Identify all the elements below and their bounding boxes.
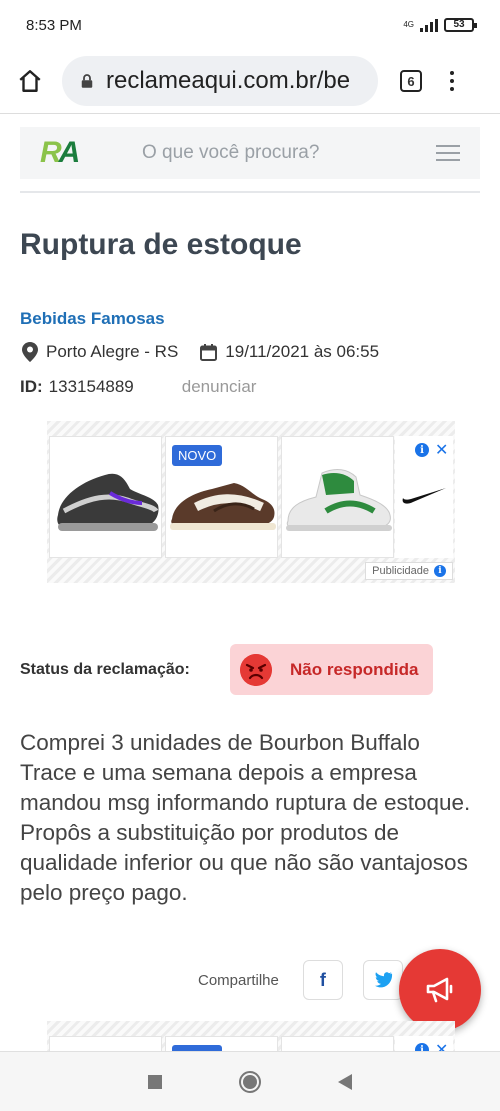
status-label: Status da reclamação: — [20, 660, 190, 678]
share-bar: Compartilhe f — [198, 960, 423, 1000]
calendar-icon — [200, 343, 218, 361]
location-pin-icon — [22, 342, 38, 362]
ad-label-text: Publicidade — [372, 565, 429, 577]
complaint-id-value: 133154889 — [48, 377, 134, 396]
home-icon — [19, 70, 41, 92]
facebook-icon: f — [319, 969, 326, 990]
company-link[interactable]: Bebidas Famosas — [20, 309, 165, 329]
toolbar-divider — [0, 113, 500, 114]
complaint-status: Status da reclamação: Não respondida — [20, 644, 433, 695]
ad-banner[interactable]: NOVO i ✕ Publicidade i — [47, 421, 455, 583]
ad-banner[interactable]: NOVO i ✕ — [47, 1021, 455, 1051]
ad-product-card[interactable] — [49, 1036, 162, 1051]
network-type: 4G — [403, 20, 414, 29]
report-link[interactable]: denunciar — [182, 377, 257, 397]
twitter-share-button[interactable] — [362, 960, 403, 1000]
ad-product-card[interactable]: NOVO — [165, 1036, 278, 1051]
ad-product-card[interactable] — [281, 1036, 394, 1051]
ad-brand-panel: i ✕ — [395, 1036, 453, 1051]
twitter-icon — [374, 972, 392, 988]
more-options-icon[interactable] — [450, 71, 454, 91]
status-time: 8:53 PM — [26, 16, 82, 34]
lock-icon — [81, 74, 93, 88]
complain-fab-button[interactable] — [399, 949, 481, 1031]
signal-icon — [420, 18, 438, 32]
complaint-datetime: 19/11/2021 às 06:55 — [225, 342, 380, 361]
sneaker-image — [57, 473, 159, 531]
recents-icon[interactable] — [147, 1074, 163, 1090]
status-bar: 8:53 PM 4G 53 — [0, 0, 500, 50]
angry-face-icon — [240, 653, 272, 686]
hamburger-menu-icon[interactable] — [436, 145, 460, 161]
tab-switcher-button[interactable]: 6 — [400, 70, 422, 92]
ad-close-icon[interactable]: ✕ — [435, 1040, 448, 1051]
share-label: Compartilhe — [198, 971, 279, 989]
megaphone-icon — [426, 977, 453, 1003]
site-search-input[interactable]: O que você procura? — [142, 142, 436, 164]
complaint-location: Porto Alegre - RS — [46, 342, 179, 361]
ad-info-icon[interactable]: i — [415, 443, 429, 457]
status-value: Não respondida — [290, 659, 419, 679]
browser-toolbar: reclameaqui.com.br/be 6 — [0, 50, 500, 112]
status-icons: 4G 53 — [403, 18, 477, 32]
url-text: reclameaqui.com.br/be — [106, 67, 351, 94]
address-bar[interactable]: reclameaqui.com.br/be — [62, 56, 378, 106]
status-badge: Não respondida — [230, 644, 433, 695]
home-nav-icon[interactable] — [238, 1070, 262, 1094]
sneaker-image — [286, 469, 392, 531]
ad-product-card[interactable]: NOVO — [165, 436, 278, 558]
facebook-share-button[interactable]: f — [302, 960, 343, 1000]
complaint-body: Comprei 3 unidades de Bourbon Buffalo Tr… — [20, 730, 471, 905]
system-nav-bar — [0, 1051, 500, 1111]
back-icon[interactable] — [337, 1073, 353, 1091]
ad-info-icon[interactable]: i — [415, 1043, 429, 1051]
complaint-title: Ruptura de estoque — [20, 228, 302, 261]
battery-icon: 53 — [444, 18, 477, 32]
ad-brand-panel: i ✕ — [395, 436, 453, 558]
ad-product-card[interactable] — [281, 436, 394, 558]
header-divider — [20, 191, 480, 193]
ad-label: Publicidade i — [365, 562, 453, 580]
site-header: RA O que você procura? — [20, 127, 480, 179]
ad-label-info-icon[interactable]: i — [434, 565, 446, 577]
complaint-id-label: ID: — [20, 377, 43, 396]
complaint-id-row: ID: 133154889 denunciar — [20, 377, 256, 397]
home-button[interactable] — [12, 63, 48, 99]
ad-product-card[interactable] — [49, 436, 162, 558]
complaint-meta: Porto Alegre - RS 19/11/2021 às 06:55 — [22, 342, 379, 362]
ad-close-icon[interactable]: ✕ — [435, 440, 448, 460]
nike-swoosh-icon — [402, 488, 446, 504]
site-logo[interactable]: RA — [40, 136, 100, 170]
new-badge: NOVO — [172, 445, 223, 466]
